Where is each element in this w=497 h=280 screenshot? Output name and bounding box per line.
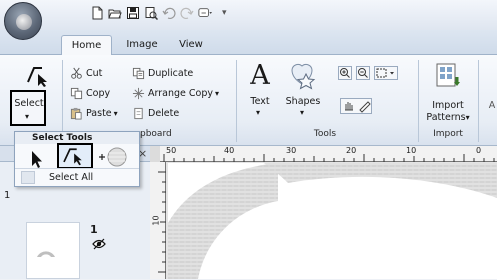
pointer-select-icon[interactable] [29, 150, 45, 170]
paste-button[interactable]: Paste ▾ [70, 106, 118, 121]
delete-label: Delete [148, 108, 180, 119]
arrange-copy-icon [132, 87, 145, 100]
delete-button[interactable]: Delete [132, 106, 179, 121]
duplicate-icon [132, 67, 145, 80]
group-separator [418, 60, 419, 142]
open-file-icon[interactable] [108, 6, 122, 20]
select-all-menu-item[interactable]: Select All [15, 168, 139, 186]
title-bar [0, 0, 497, 30]
cut-button[interactable]: Cut [70, 66, 102, 81]
select-tool-preview-icon[interactable] [16, 60, 56, 88]
zoom-fit-icon[interactable] [374, 66, 398, 80]
embroidery-design-page[interactable] [168, 163, 497, 279]
lasso-select-icon[interactable] [97, 146, 127, 168]
tab-image[interactable]: Image [118, 35, 166, 56]
application-menu-button[interactable] [4, 2, 42, 40]
cut-label: Cut [86, 68, 103, 79]
clipboard-group-label: pboard [140, 129, 172, 139]
zoom-out-icon[interactable] [356, 66, 370, 80]
duplicate-button[interactable]: Duplicate [132, 66, 193, 81]
save-icon[interactable] [126, 6, 140, 20]
app-logo-icon [16, 14, 32, 30]
vertical-ruler: 10 [150, 162, 166, 279]
undo-icon[interactable] [162, 6, 176, 20]
ruler-corner [150, 146, 160, 162]
truncated-ribbon-label: A [488, 100, 496, 111]
tab-home[interactable]: Home [61, 35, 112, 56]
shapes-button-label[interactable]: Shapes [284, 96, 322, 107]
ruler-tick-label: 10 [151, 215, 161, 226]
visibility-icon[interactable] [92, 238, 106, 250]
arrange-copy-button[interactable]: Arrange Copy ▾ [132, 86, 219, 101]
group-separator [236, 60, 237, 142]
new-file-icon[interactable] [90, 6, 104, 20]
paste-label: Paste [86, 108, 112, 119]
object-number: 1 [90, 223, 98, 236]
point-edit-tool-button[interactable] [57, 143, 93, 169]
ruler-tick-label: 40 [224, 146, 235, 155]
pane-item-number: 1 [4, 190, 11, 201]
dropdown-arrow-icon: ▾ [25, 112, 30, 121]
display-mode-icon[interactable] [198, 6, 214, 20]
horizontal-ruler: 50 40 30 20 10 0 [160, 146, 497, 162]
tools-group-label: Tools [313, 129, 337, 139]
zoom-in-icon[interactable] [338, 66, 352, 80]
select-all-icon [21, 171, 35, 184]
redo-icon[interactable] [180, 6, 194, 20]
copy-button[interactable]: Copy [70, 86, 110, 101]
customize-toolbar-icon[interactable]: ▾ [222, 8, 227, 18]
ruler-tick-label: 20 [346, 146, 357, 155]
tab-view[interactable]: View [171, 35, 211, 56]
pan-and-measure-icon[interactable] [340, 98, 372, 114]
import-patterns-icon[interactable] [434, 62, 462, 92]
pattern-thumbnail[interactable] [26, 222, 80, 279]
import-label-line1[interactable]: Import [424, 100, 472, 111]
import-group-label: Import [433, 129, 463, 139]
select-tools-menu: Select Tools Select All [14, 131, 140, 187]
select-all-label: Select All [49, 172, 94, 183]
scissors-icon [70, 67, 83, 80]
text-tool-icon[interactable]: A [246, 62, 274, 90]
group-separator [62, 60, 63, 142]
ruler-tick-label: 30 [286, 146, 297, 155]
copy-label: Copy [86, 88, 111, 99]
select-button-label: Select [14, 98, 44, 109]
shapes-dropdown-arrow-icon[interactable]: ▾ [300, 108, 304, 117]
ruler-tick-label: 0 [476, 146, 482, 155]
arrange-copy-label: Arrange Copy [148, 88, 213, 99]
import-label-line2[interactable]: Patterns▾ [422, 112, 474, 123]
copy-icon [70, 87, 83, 100]
ruler-tick-label: 10 [406, 146, 417, 155]
delete-icon [132, 107, 145, 120]
select-button[interactable]: Select ▾ [10, 90, 46, 126]
text-dropdown-arrow-icon[interactable]: ▾ [256, 108, 260, 117]
group-separator [478, 60, 479, 142]
shapes-icon[interactable] [286, 60, 318, 92]
text-button-label[interactable]: Text [244, 96, 276, 107]
paste-icon [70, 107, 83, 120]
duplicate-label: Duplicate [148, 68, 194, 79]
print-preview-icon[interactable] [144, 6, 158, 20]
ruler-tick-label: 50 [166, 146, 177, 155]
